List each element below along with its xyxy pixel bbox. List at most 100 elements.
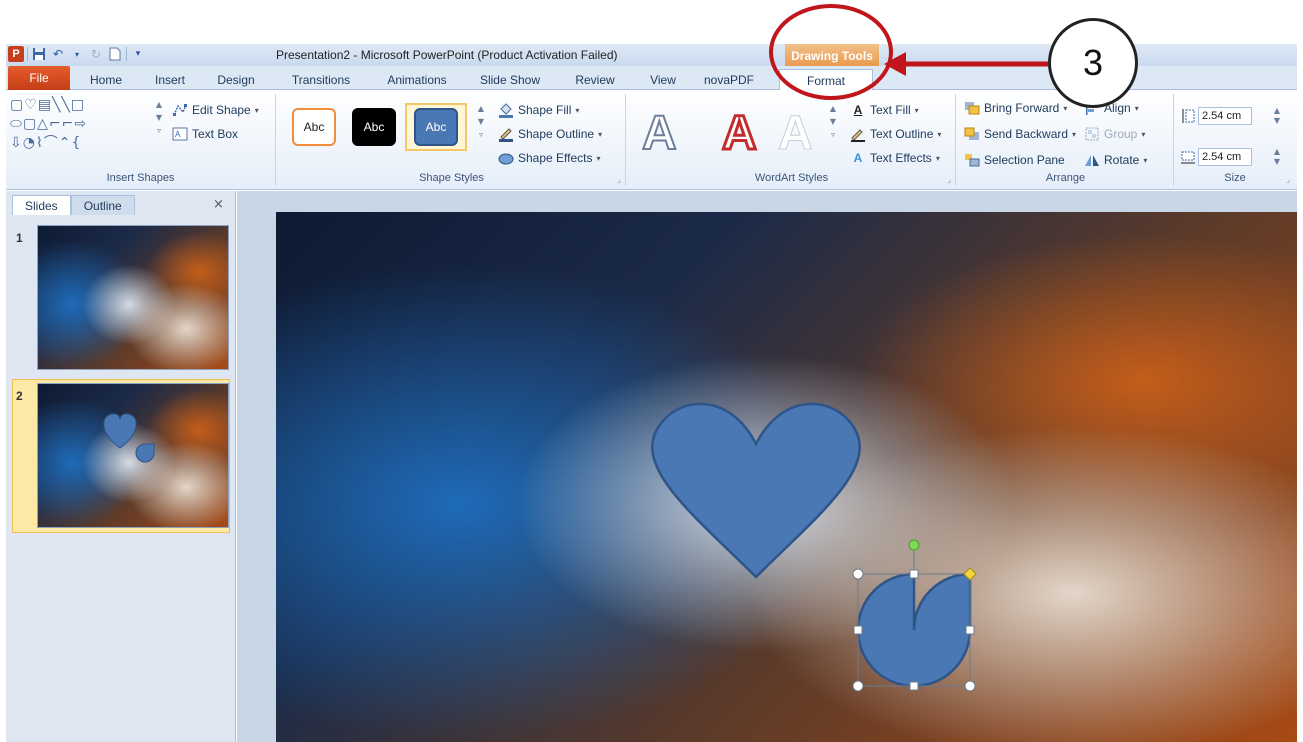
text-box-label: Text Box <box>192 127 239 141</box>
shape-effects-button[interactable]: Shape Effects ▾ <box>498 150 601 166</box>
gallery-more-icon[interactable]: ▿ <box>479 130 483 139</box>
tab-design[interactable]: Design <box>212 69 260 90</box>
tab-view[interactable]: View <box>646 69 680 90</box>
resize-handle-edge <box>909 569 919 579</box>
scroll-up-icon[interactable]: ▲ <box>156 100 162 109</box>
text-effects-button[interactable]: A Text Effects ▾ <box>850 150 940 166</box>
gallery-more-icon[interactable]: ▿ <box>157 126 161 135</box>
scroll-down-icon[interactable]: ▼ <box>830 117 836 126</box>
bring-forward-button[interactable]: Bring Forward ▾ <box>964 100 1067 116</box>
shapes-gallery-row: ⬭▢△⌐⌐⇨ <box>10 116 88 132</box>
send-backward-button[interactable]: Send Backward ▾ <box>964 126 1076 142</box>
text-outline-button[interactable]: Text Outline ▾ <box>850 126 941 142</box>
shape-style-swatch-1[interactable]: Abc <box>292 108 336 146</box>
powerpoint-app-icon[interactable]: P <box>8 46 24 62</box>
height-spinner[interactable]: ▲ ▼ <box>1272 106 1282 125</box>
group-button[interactable]: Group ▾ <box>1084 126 1145 142</box>
shapes-gallery-row: ▢♡▤╲╲□ <box>10 97 86 113</box>
spin-down-icon[interactable]: ▼ <box>1274 157 1280 166</box>
chevron-down-icon: ▾ <box>575 105 580 115</box>
insert-shapes-group: ▢♡▤╲╲□ ⬭▢△⌐⌐⇨ ⇩◔⌇⌒⌃{ ▲ ▼ ▿ Edit Shape ▾ … <box>6 94 276 186</box>
wordart-style-2[interactable]: A <box>721 106 759 162</box>
spin-up-icon[interactable]: ▲ <box>1274 106 1280 115</box>
scroll-down-icon[interactable]: ▼ <box>478 117 484 126</box>
width-spinner[interactable]: ▲ ▼ <box>1272 147 1282 166</box>
spin-up-icon[interactable]: ▲ <box>1274 147 1280 156</box>
shapes-gallery[interactable]: ▢♡▤╲╲□ ⬭▢△⌐⌐⇨ ⇩◔⌇⌒⌃{ <box>10 96 150 153</box>
shapes-gallery-row: ⇩◔⌇⌒⌃{ <box>10 135 82 151</box>
selection-pane-icon <box>964 152 980 168</box>
dialog-launcher-icon[interactable]: ⌟ <box>1286 175 1290 184</box>
tab-outline[interactable]: Outline <box>70 195 135 215</box>
edit-shape-button[interactable]: Edit Shape ▾ <box>172 102 259 118</box>
shape-outline-label: Shape Outline <box>518 127 595 141</box>
save-icon[interactable] <box>31 46 47 62</box>
selection-pane-button[interactable]: Selection Pane <box>964 152 1065 168</box>
close-icon[interactable]: × <box>213 197 224 212</box>
slide-thumbnail-2[interactable] <box>37 383 229 528</box>
shape-height-input[interactable]: 2.54 cm <box>1198 107 1252 125</box>
slides-pane-tabs: Slides Outline <box>12 195 135 215</box>
shape-width-icon <box>1180 150 1196 166</box>
tab-transitions[interactable]: Transitions <box>286 69 356 90</box>
tab-slide-show[interactable]: Slide Show <box>478 69 542 90</box>
arrange-label: Arrange <box>1045 172 1086 184</box>
chevron-down-icon: ▾ <box>1143 155 1148 165</box>
tab-insert[interactable]: Insert <box>150 69 190 90</box>
resize-handle-edge <box>965 625 975 635</box>
dialog-launcher-icon[interactable]: ⌟ <box>617 175 621 184</box>
customize-qat-icon[interactable]: ▾ <box>130 46 146 62</box>
shape-styles-scroll[interactable]: ▲ ▼ ▿ <box>476 104 486 139</box>
slide-thumbnail-1[interactable] <box>37 225 229 370</box>
tab-animations[interactable]: Animations <box>382 69 452 90</box>
qat-separator <box>27 47 28 61</box>
text-fill-label: Text Fill <box>870 103 911 117</box>
chevron-down-icon: ▾ <box>1072 129 1077 139</box>
chevron-down-icon: ▾ <box>1134 103 1139 113</box>
rotation-handle <box>908 539 920 551</box>
shape-width-input[interactable]: 2.54 cm <box>1198 148 1252 166</box>
wordart-scroll[interactable]: ▲ ▼ ▿ <box>828 104 838 139</box>
wordart-styles-group: A A A ▲ ▼ ▿ A Text Fill ▾ Text Outline ▾… <box>628 94 956 186</box>
shape-style-swatch-3[interactable]: Abc <box>414 108 458 146</box>
gallery-more-icon[interactable]: ▿ <box>831 130 835 139</box>
text-box-button[interactable]: A Text Box <box>172 126 238 142</box>
qat-separator <box>126 47 127 61</box>
slide-number: 2 <box>16 389 23 403</box>
resize-handle-corner <box>964 680 976 692</box>
redo-icon[interactable]: ↻ <box>88 46 104 62</box>
scroll-up-icon[interactable]: ▲ <box>478 104 484 113</box>
shapes-gallery-scroll[interactable]: ▲ ▼ ▿ <box>154 100 164 135</box>
scroll-up-icon[interactable]: ▲ <box>830 104 836 113</box>
tab-review[interactable]: Review <box>572 69 618 90</box>
bring-forward-icon <box>964 100 980 116</box>
thumbnail-teardrop-shape <box>135 443 155 463</box>
text-fill-button[interactable]: A Text Fill ▾ <box>850 102 919 118</box>
wordart-styles-label: WordArt Styles <box>754 172 829 184</box>
text-effects-label: Text Effects <box>870 151 932 165</box>
shape-styles-label: Shape Styles <box>419 172 484 184</box>
wordart-style-3[interactable]: A <box>778 106 814 161</box>
shape-fill-label: Shape Fill <box>518 103 572 117</box>
tab-home[interactable]: Home <box>86 69 126 90</box>
tab-file[interactable]: File <box>8 66 70 90</box>
shape-fill-button[interactable]: Shape Fill ▾ <box>498 102 579 118</box>
dialog-launcher-icon[interactable]: ⌟ <box>947 175 951 184</box>
undo-dropdown-icon[interactable]: ▾ <box>69 46 85 62</box>
shape-outline-button[interactable]: Shape Outline ▾ <box>498 126 602 142</box>
undo-icon[interactable]: ↶ <box>50 46 66 62</box>
tab-slides[interactable]: Slides <box>12 195 71 215</box>
tab-novapdf[interactable]: novaPDF <box>700 69 758 90</box>
new-slide-icon[interactable] <box>107 46 123 62</box>
rotate-button[interactable]: Rotate ▾ <box>1084 152 1147 168</box>
shape-style-swatch-2[interactable]: Abc <box>352 108 396 146</box>
spin-down-icon[interactable]: ▼ <box>1274 116 1280 125</box>
shape-effects-icon <box>498 150 514 166</box>
chevron-down-icon: ▾ <box>935 153 940 163</box>
scroll-down-icon[interactable]: ▼ <box>156 113 162 122</box>
rotate-icon <box>1084 152 1100 168</box>
chevron-down-icon: ▾ <box>1141 129 1146 139</box>
selection-pane-label: Selection Pane <box>984 153 1065 167</box>
wordart-style-1[interactable]: A <box>641 106 678 161</box>
slide-canvas[interactable] <box>276 212 1297 742</box>
